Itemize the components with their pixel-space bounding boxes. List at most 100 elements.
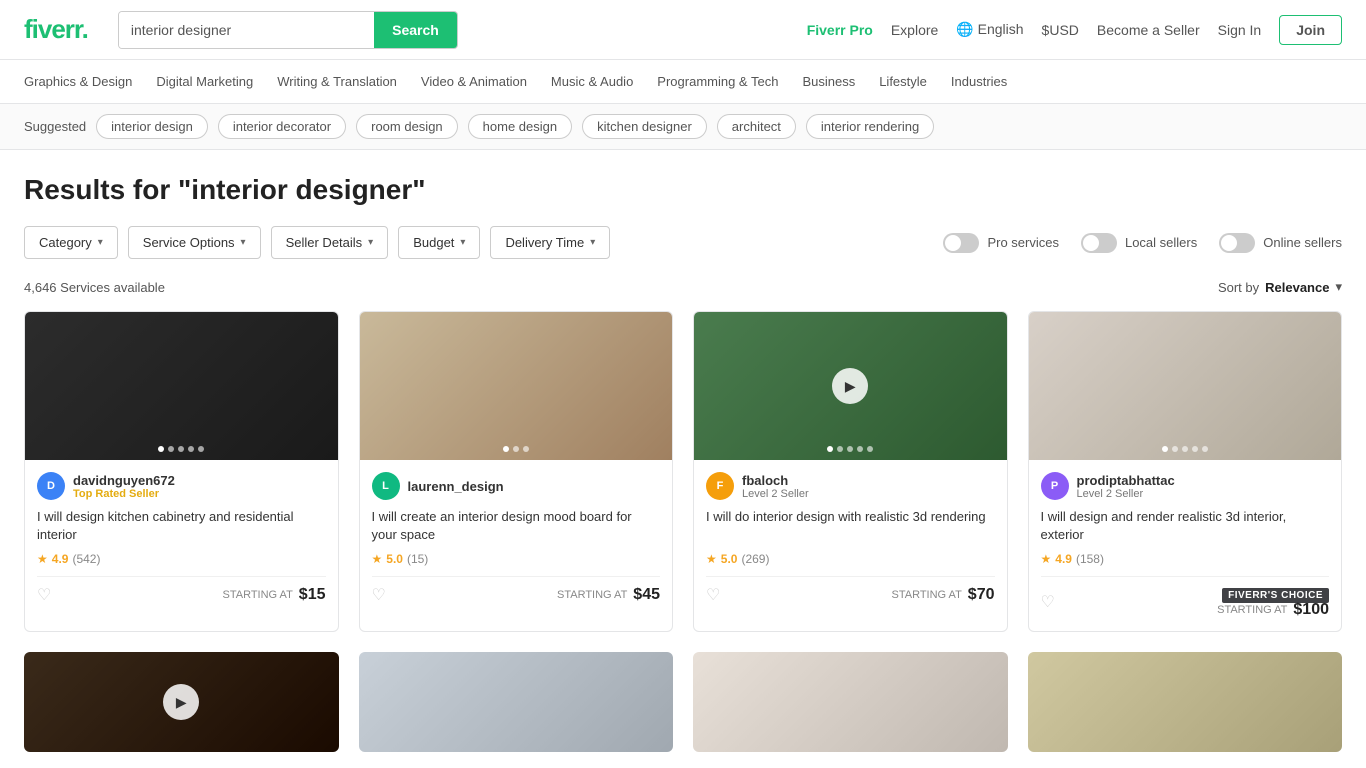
suggested-tag[interactable]: architect [717,114,796,139]
star-icon: ★ [706,552,717,566]
service-card[interactable]: L laurenn_design I will create an interi… [359,311,674,632]
seller-name: prodiptabhattac [1077,473,1175,488]
card-footer: ♡ STARTING AT $70 [706,576,995,605]
cat-nav-item[interactable]: Industries [951,74,1007,89]
suggested-tag[interactable]: room design [356,114,458,139]
carousel-dot [847,446,853,452]
service-card[interactable]: P prodiptabhattac Level 2 Seller I will … [1028,311,1343,632]
carousel-dots [503,446,529,452]
price-value: $100 [1293,601,1329,619]
carousel-dot [1202,446,1208,452]
cat-nav-item[interactable]: Programming & Tech [657,74,778,89]
card-title: I will create an interior design mood bo… [372,508,661,544]
carousel-dot [188,446,194,452]
carousel-dot [158,446,164,452]
service-card-partial[interactable] [693,652,1008,752]
chevron-down-icon: ▾ [590,237,595,248]
search-bar: Search [118,11,458,49]
service-options-filter[interactable]: Service Options▾ [128,226,261,259]
delivery-time-filter[interactable]: Delivery Time ▾ [490,226,610,259]
carousel-dots [1162,446,1208,452]
search-input[interactable] [119,12,374,48]
seller-details: laurenn_design [408,479,504,494]
online-sellers-toggle: Online sellers [1219,233,1342,253]
service-card-partial[interactable]: ▶ [24,652,339,752]
chevron-down-icon: ▾ [368,237,373,248]
carousel-dot [178,446,184,452]
carousel-dots [827,446,873,452]
toggle-switch[interactable] [943,233,979,253]
card-rating: ★ 5.0 (15) [372,552,661,566]
carousel-dot [1182,446,1188,452]
carousel-dot [867,446,873,452]
carousel-dot [198,446,204,452]
toggle-label: Online sellers [1263,235,1342,250]
service-card-partial[interactable] [359,652,674,752]
toggle-switch[interactable] [1219,233,1255,253]
filter-label: Delivery Time [505,235,584,250]
become-seller-link[interactable]: Become a Seller [1097,22,1200,38]
carousel-dot [513,446,519,452]
cat-nav-item[interactable]: Music & Audio [551,74,633,89]
sort-label: Sort by [1218,280,1259,295]
play-button[interactable]: ▶ [832,368,868,404]
results-heading: Results for "interior designer" [24,174,1342,206]
toggle-label: Local sellers [1125,235,1197,250]
favorite-button[interactable]: ♡ [37,585,51,605]
cat-nav-item[interactable]: Graphics & Design [24,74,132,89]
play-button[interactable]: ▶ [163,684,199,720]
cat-nav-item[interactable]: Digital Marketing [156,74,253,89]
service-card-partial[interactable] [1028,652,1343,752]
suggested-tag[interactable]: interior design [96,114,208,139]
suggested-tag[interactable]: kitchen designer [582,114,707,139]
seller-info: P prodiptabhattac Level 2 Seller [1041,472,1330,500]
card-footer: ♡ STARTING AT $15 [37,576,326,605]
budget-filter[interactable]: Budget▾ [398,226,480,259]
rating-number: 4.9 [1055,552,1072,566]
cat-nav-item[interactable]: Video & Animation [421,74,527,89]
seller-details: davidnguyen672 Top Rated Seller [73,473,175,500]
card-image [360,312,673,460]
card-footer: ♡ FIVERR'S CHOICE STARTING AT $100 [1041,576,1330,619]
price-section: STARTING AT $15 [223,586,326,604]
cards-grid-bottom: ▶ [24,652,1342,752]
currency-selector[interactable]: $USD [1042,22,1079,38]
rating-count: (15) [407,552,428,566]
suggested-tag[interactable]: home design [468,114,572,139]
star-icon: ★ [372,552,383,566]
suggested-tag[interactable]: interior decorator [218,114,346,139]
suggested-tag[interactable]: interior rendering [806,114,934,139]
service-card[interactable]: D davidnguyen672 Top Rated Seller I will… [24,311,339,632]
language-selector[interactable]: 🌐 English [956,21,1023,38]
category-filter[interactable]: Category▾ [24,226,118,259]
top-rated-badge: Top Rated Seller [73,488,175,500]
card-title: I will design and render realistic 3d in… [1041,508,1330,544]
favorite-button[interactable]: ♡ [1041,592,1055,612]
service-card[interactable]: ▶ F fbaloch Level 2 Seller I will do int… [693,311,1008,632]
price-section: FIVERR'S CHOICE STARTING AT $100 [1217,585,1329,619]
fiverr-pro-link[interactable]: Fiverr Pro [807,22,873,38]
cat-nav-item[interactable]: Business [802,74,855,89]
card-image [25,312,338,460]
seller-name: laurenn_design [408,479,504,494]
seller-details-filter[interactable]: Seller Details▾ [271,226,389,259]
carousel-dot [827,446,833,452]
starting-at-label: STARTING AT $15 [223,586,326,604]
card-image [1029,312,1342,460]
favorite-button[interactable]: ♡ [706,585,720,605]
toggle-switch[interactable] [1081,233,1117,253]
sort-by[interactable]: Sort by Relevance ▾ [1218,279,1342,295]
sign-in-link[interactable]: Sign In [1218,22,1262,38]
join-button[interactable]: Join [1279,15,1342,45]
starting-at-text: STARTING AT [223,589,293,601]
favorite-button[interactable]: ♡ [372,585,386,605]
cat-nav-item[interactable]: Lifestyle [879,74,927,89]
seller-level: Level 2 Seller [742,488,809,500]
explore-link[interactable]: Explore [891,22,938,38]
card-rating: ★ 4.9 (542) [37,552,326,566]
search-button[interactable]: Search [374,12,457,48]
pro-services-toggle: Pro services [943,233,1059,253]
cat-nav-item[interactable]: Writing & Translation [277,74,397,89]
carousel-dot [1172,446,1178,452]
filters-row: Category▾ Service Options▾ Seller Details▾… [24,226,1342,259]
